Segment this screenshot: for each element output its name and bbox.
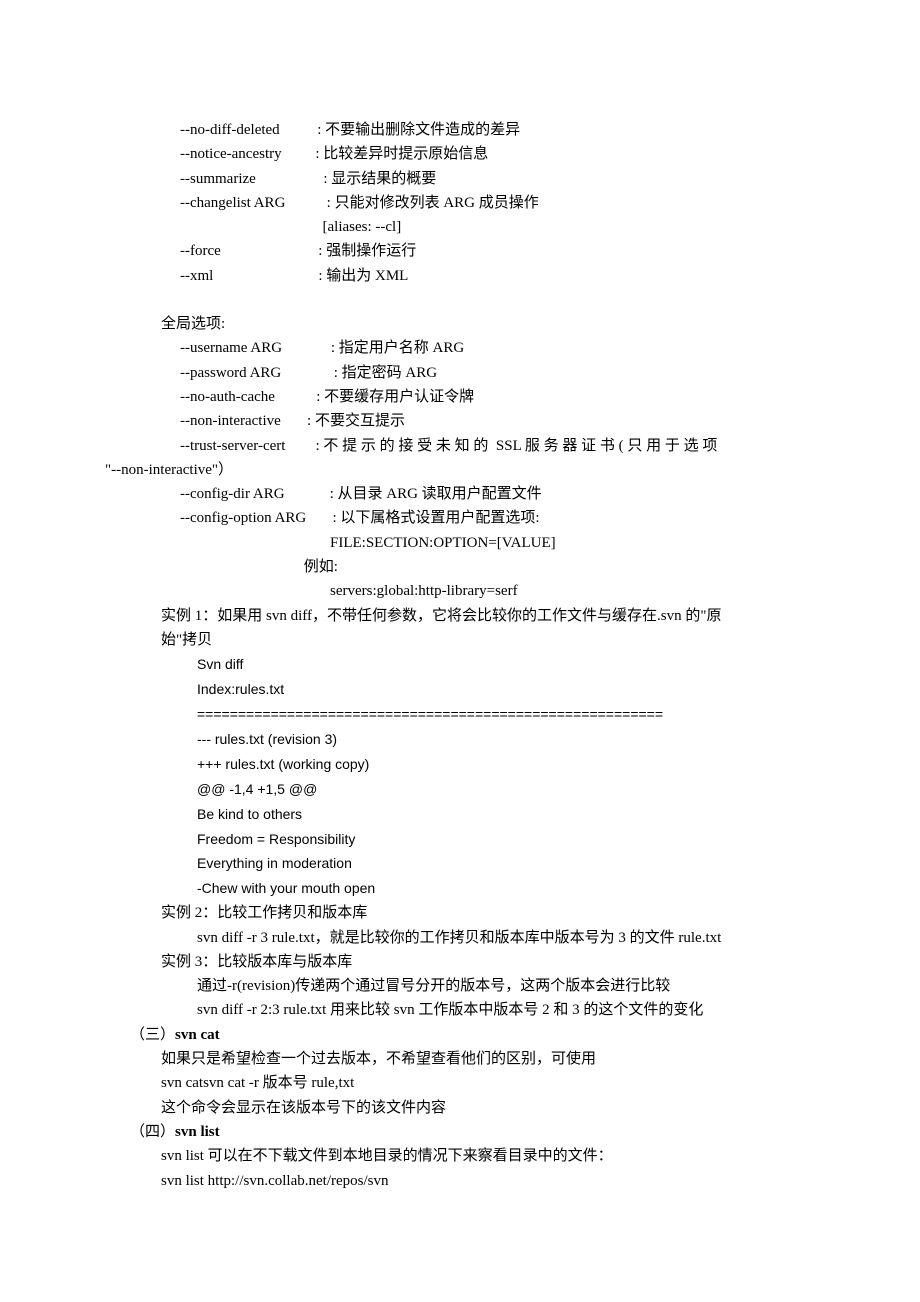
opt-gap	[282, 146, 316, 162]
opt-flag: --username ARG	[180, 340, 282, 356]
diff-line: --- rules.txt (revision 3)	[197, 727, 800, 752]
diff-line: Svn diff	[197, 652, 800, 677]
option-row: --notice-ancestry : 比较差异时提示原始信息	[105, 142, 800, 166]
opt-desc: 不要缓存用户认证令牌	[324, 389, 474, 405]
opt-gap	[275, 389, 316, 405]
opt-desc: 只能对修改列表 ARG 成员操作	[335, 195, 539, 211]
opt-desc: 从目录 ARG 读取用户配置文件	[337, 486, 541, 502]
opt-flag: --summarize	[180, 171, 256, 187]
noninteractive-wrap: "--non-interactive"）	[105, 458, 800, 482]
diff-line: Freedom = Responsibility	[197, 827, 800, 852]
opt-flag: --password ARG	[180, 365, 281, 381]
opt-gap	[281, 365, 334, 381]
global-row: --config-option ARG : 以下属格式设置用户配置选项:	[105, 506, 800, 530]
opt-gap	[221, 243, 319, 259]
section-title: svn cat	[175, 1027, 220, 1043]
opt-desc: 指定密码 ARG	[342, 365, 437, 381]
global-row: --no-auth-cache : 不要缓存用户认证令牌	[105, 385, 800, 409]
opt-gap	[256, 171, 324, 187]
opt-flag: --no-auth-cache	[180, 389, 275, 405]
section-4-heading: （四）svn list	[105, 1120, 800, 1144]
config-example-line: 例如:	[105, 555, 800, 579]
diff-line: @@ -1,4 +1,5 @@	[197, 777, 800, 802]
section4-line: svn list http://svn.collab.net/repos/svn	[105, 1169, 800, 1193]
section3-line: 这个命令会显示在该版本号下的该文件内容	[105, 1096, 800, 1120]
diff-line: Index:rules.txt	[197, 677, 800, 702]
opt-desc: 输出为 XML	[326, 268, 408, 284]
example3-body-2: svn diff -r 2:3 rule.txt 用来比较 svn 工作版本中版…	[105, 998, 800, 1022]
opt-desc: 比较差异时提示原始信息	[323, 146, 488, 162]
section4-line: svn list 可以在不下载文件到本地目录的情况下来察看目录中的文件：	[105, 1144, 800, 1168]
example2-header: 实例 2：比较工作拷贝和版本库	[105, 901, 800, 925]
example3-header: 实例 3：比较版本库与版本库	[105, 950, 800, 974]
opt-desc: 显示结果的概要	[331, 171, 436, 187]
global-row: --password ARG : 指定密码 ARG	[105, 361, 800, 385]
opt-gap	[285, 438, 315, 454]
opt-desc: 指定用户名称 ARG	[339, 340, 464, 356]
opt-gap	[282, 340, 331, 356]
global-options-header: 全局选项:	[105, 312, 800, 336]
example2-body: svn diff -r 3 rule.txt，就是比较你的工作拷贝和版本库中版本…	[105, 926, 800, 950]
option-row: --xml : 输出为 XML	[105, 264, 800, 288]
example1-line2: 始"拷贝	[105, 628, 800, 652]
opt-flag: --changelist ARG	[180, 195, 285, 211]
opt-gap	[281, 413, 307, 429]
section-3-heading: （三）svn cat	[105, 1023, 800, 1047]
opt-desc: 不要交互提示	[315, 413, 405, 429]
document-page: --no-diff-deleted : 不要输出删除文件造成的差异 --noti…	[0, 0, 920, 1293]
global-row: --non-interactive : 不要交互提示	[105, 409, 800, 433]
section3-line: 如果只是希望检查一个过去版本，不希望查看他们的区别，可使用	[105, 1047, 800, 1071]
section-number: （四）	[130, 1124, 175, 1140]
option-row: --changelist ARG : 只能对修改列表 ARG 成员操作	[105, 191, 800, 215]
example3-body-1: 通过-r(revision)传递两个通过冒号分开的版本号，这两个版本会进行比较	[105, 974, 800, 998]
opt-flag: --xml	[180, 268, 213, 284]
diff-output-block: Svn diff Index:rules.txt ===============…	[105, 652, 800, 901]
opt-desc: 强制操作运行	[326, 243, 416, 259]
opt-flag: --config-dir ARG	[180, 486, 285, 502]
spacer	[105, 288, 800, 312]
config-example-line: servers:global:http-library=serf	[105, 579, 800, 603]
opt-gap	[213, 268, 318, 284]
opt-desc: 以下属格式设置用户配置选项:	[340, 510, 539, 526]
opt-desc: 不要输出删除文件造成的差异	[325, 122, 520, 138]
diff-line: Everything in moderation	[197, 851, 800, 876]
option-row: --summarize : 显示结果的概要	[105, 167, 800, 191]
global-row: --trust-server-cert : 不 提 示 的 接 受 未 知 的 …	[105, 434, 800, 458]
global-row: --config-dir ARG : 从目录 ARG 读取用户配置文件	[105, 482, 800, 506]
opt-flag: --no-diff-deleted	[180, 122, 280, 138]
section3-line: svn catsvn cat -r 版本号 rule,txt	[105, 1071, 800, 1095]
example1-line1: 实例 1：如果用 svn diff，不带任何参数，它将会比较你的工作文件与缓存在…	[105, 604, 800, 628]
diff-line: +++ rules.txt (working copy)	[197, 752, 800, 777]
global-row: --username ARG : 指定用户名称 ARG	[105, 336, 800, 360]
option-row: --no-diff-deleted : 不要输出删除文件造成的差异	[105, 118, 800, 142]
opt-flag: --notice-ancestry	[180, 146, 282, 162]
diff-line: ========================================…	[197, 702, 800, 727]
opt-flag: --force	[180, 243, 221, 259]
option-row: --force : 强制操作运行	[105, 239, 800, 263]
opt-gap	[285, 486, 330, 502]
diff-line: -Chew with your mouth open	[197, 876, 800, 901]
diff-line: Be kind to others	[197, 802, 800, 827]
config-example-line: FILE:SECTION:OPTION=[VALUE]	[105, 531, 800, 555]
alias-row: [aliases: --cl]	[105, 215, 800, 239]
opt-flag: --trust-server-cert	[180, 438, 285, 454]
opt-desc: 不 提 示 的 接 受 未 知 的 SSL 服 务 器 证 书 ( 只 用 于 …	[323, 438, 717, 454]
opt-flag: --non-interactive	[180, 413, 281, 429]
section-number: （三）	[130, 1027, 175, 1043]
section-title: svn list	[175, 1124, 220, 1140]
opt-gap	[306, 510, 332, 526]
opt-gap	[285, 195, 326, 211]
opt-gap	[280, 122, 318, 138]
opt-flag: --config-option ARG	[180, 510, 306, 526]
